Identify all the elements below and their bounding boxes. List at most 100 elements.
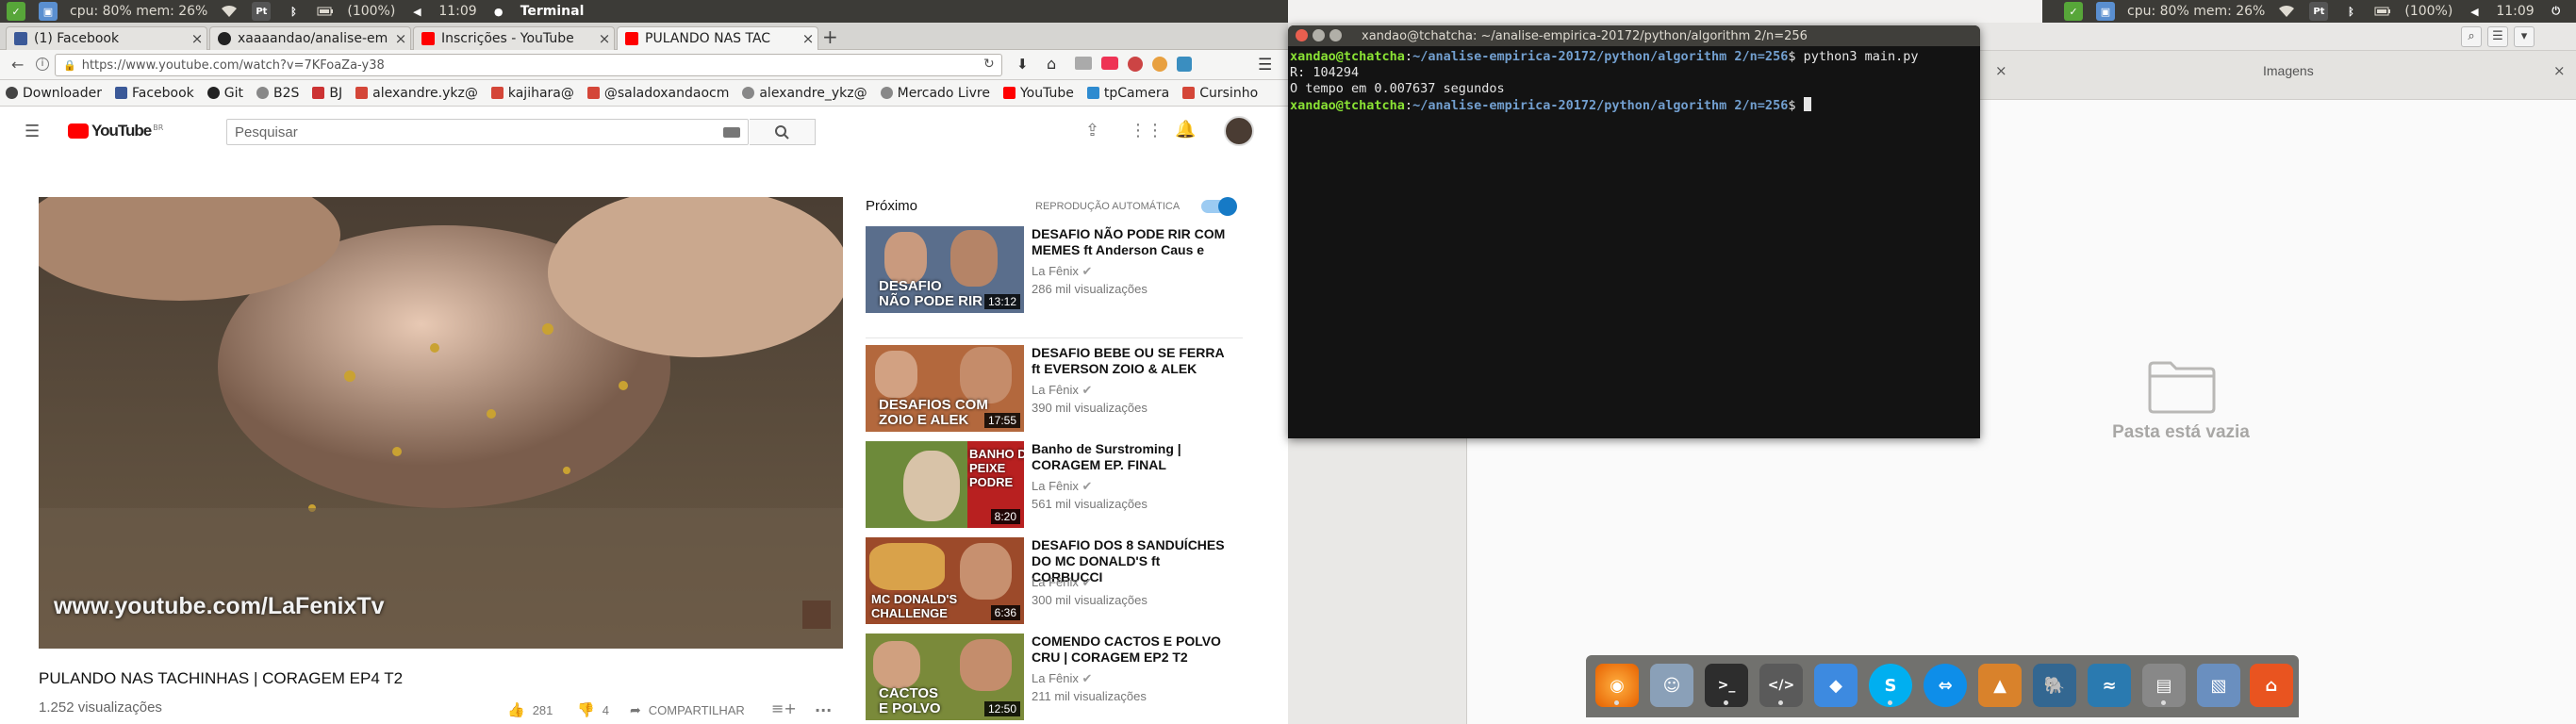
info-icon[interactable]: i bbox=[36, 58, 49, 71]
firefox-icon[interactable]: ◉ bbox=[1595, 664, 1639, 707]
minimize-window-button[interactable] bbox=[1313, 29, 1325, 41]
like-button[interactable]: 👍 281 bbox=[507, 701, 553, 718]
terminal-output[interactable]: xandao@tchatcha:~/analise-empirica-20172… bbox=[1288, 46, 1980, 117]
recommendation-card[interactable]: DESAFIOS COM ZOIO E ALEK 17:55 DESAFIO B… bbox=[866, 345, 1243, 432]
keyboard-layout-icon[interactable]: Pt bbox=[2309, 2, 2329, 21]
bookmark-cursinho[interactable]: Cursinho bbox=[1182, 86, 1258, 101]
screenshot-icon[interactable] bbox=[1075, 57, 1092, 70]
channel-name[interactable]: La Fênix ✔ bbox=[1032, 264, 1092, 279]
channel-name[interactable]: La Fênix ✔ bbox=[1032, 671, 1092, 686]
channel-name[interactable]: La Fênix ✔ bbox=[1032, 383, 1092, 398]
tab-youtube-video[interactable]: PULANDO NAS TAC × bbox=[617, 26, 818, 50]
power-icon[interactable]: ⏻ bbox=[2547, 2, 2566, 21]
battery-icon[interactable] bbox=[316, 2, 335, 21]
extension-icon[interactable] bbox=[1177, 57, 1192, 72]
video-thumbnail[interactable]: CACTOS E POLVO 12:50 bbox=[866, 634, 1024, 720]
battery-icon[interactable] bbox=[2373, 2, 2392, 21]
bookmark-youtube[interactable]: YouTube bbox=[1002, 86, 1074, 101]
channel-name[interactable]: La Fênix ✔ bbox=[1032, 575, 1092, 590]
channel-name[interactable]: La Fênix ✔ bbox=[1032, 479, 1092, 494]
files-icon[interactable]: ☺ bbox=[1650, 664, 1693, 707]
bookmark-bj[interactable]: BJ bbox=[312, 86, 342, 101]
search-input[interactable]: Pesquisar bbox=[226, 119, 749, 145]
bluetooth-icon[interactable]: ᛒ bbox=[2341, 2, 2360, 21]
bookmark-facebook[interactable]: Facebook bbox=[114, 86, 194, 101]
back-button[interactable]: ← bbox=[11, 56, 24, 74]
postgres-icon[interactable]: 🐘 bbox=[2033, 664, 2076, 707]
ubuntu-software-icon[interactable]: ⌂ bbox=[2250, 664, 2293, 707]
battery-percent[interactable]: (100%) bbox=[347, 4, 395, 19]
wifi-icon[interactable] bbox=[220, 2, 239, 21]
video-thumbnail[interactable]: MC DONALD'S CHALLENGE 6:36 bbox=[866, 537, 1024, 624]
bookmark-tpcamera[interactable]: tpCamera bbox=[1086, 86, 1169, 101]
bookmark-kajihara[interactable]: kajihara@ bbox=[490, 86, 574, 101]
notifications-bell-icon[interactable]: 🔔 bbox=[1175, 120, 1196, 140]
video-thumbnail[interactable]: DESAFIO NÃO PODE RIR 13:12 bbox=[866, 226, 1024, 313]
more-actions-button[interactable]: ... bbox=[815, 698, 832, 716]
menu-icon[interactable]: ▾ bbox=[2514, 26, 2535, 47]
autoplay-toggle[interactable] bbox=[1201, 197, 1237, 216]
search-icon[interactable]: ⌕ bbox=[2461, 26, 2482, 47]
battery-percent[interactable]: (100%) bbox=[2404, 4, 2452, 19]
cpu-mem-indicator[interactable]: cpu: 80% mem: 26% bbox=[2127, 4, 2265, 19]
clock[interactable]: 11:09 bbox=[2496, 4, 2534, 19]
reload-button[interactable]: ↻ bbox=[983, 57, 995, 72]
update-icon[interactable]: ✓ bbox=[2064, 2, 2083, 21]
close-icon[interactable]: × bbox=[2553, 62, 2566, 79]
close-window-button[interactable] bbox=[1296, 29, 1308, 41]
download-icon[interactable]: ⬇ bbox=[1016, 56, 1029, 73]
apple-menu-icon[interactable]: ● bbox=[489, 2, 508, 21]
close-icon[interactable]: × bbox=[391, 30, 410, 47]
avatar[interactable] bbox=[1224, 116, 1254, 146]
bookmark-mercado-livre[interactable]: Mercado Livre bbox=[880, 86, 990, 101]
new-tab-button[interactable]: + bbox=[822, 25, 838, 48]
system-monitor-icon[interactable]: ▣ bbox=[39, 2, 58, 21]
bookmark-saladoxandaocm[interactable]: @saladoxandaocm bbox=[586, 86, 729, 101]
maximize-window-button[interactable] bbox=[1329, 29, 1342, 41]
recommendation-title[interactable]: DESAFIO NÃO PODE RIR COM MEMES ft Anders… bbox=[1032, 226, 1234, 258]
recommendation-card[interactable]: DESAFIO NÃO PODE RIR 13:12 DESAFIO NÃO P… bbox=[866, 226, 1243, 313]
skype-icon[interactable]: S bbox=[1869, 664, 1912, 707]
dropbox-icon[interactable]: ◆ bbox=[1814, 664, 1858, 707]
terminal-titlebar[interactable]: xandao@tchatcha: ~/analise-empirica-2017… bbox=[1288, 25, 1980, 46]
tab-youtube-subscriptions[interactable]: Inscrições - YouTube × bbox=[413, 26, 615, 50]
recommendation-card[interactable]: MC DONALD'S CHALLENGE 6:36 DESAFIO DOS 8… bbox=[866, 537, 1243, 624]
recommendation-title[interactable]: DESAFIO BEBE OU SE FERRA ft EVERSON ZOIO… bbox=[1032, 345, 1234, 377]
volume-icon[interactable]: ◀ bbox=[407, 2, 426, 21]
youtube-logo[interactable]: YouTube BR bbox=[68, 122, 163, 140]
volume-icon[interactable]: ◀ bbox=[2465, 2, 2484, 21]
url-bar[interactable]: 🔒 https://www.youtube.com/watch?v=7KFoaZ… bbox=[55, 54, 1002, 76]
cpu-mem-indicator[interactable]: cpu: 80% mem: 26% bbox=[70, 4, 207, 19]
tab-imagens[interactable]: Imagens bbox=[2263, 63, 2314, 78]
tab-github[interactable]: xaaaandao/analise-em × bbox=[209, 26, 411, 50]
hamburger-menu-icon[interactable]: ☰ bbox=[25, 122, 40, 141]
bookmark-alexandre-ykz-2[interactable]: alexandre_ykz@ bbox=[742, 86, 867, 101]
apps-grid-icon[interactable]: ⋮⋮ bbox=[1130, 121, 1164, 140]
menu-icon[interactable]: ☰ bbox=[1258, 56, 1272, 74]
extension-icon[interactable] bbox=[1128, 57, 1143, 72]
video-player[interactable]: www.youtube.com/LaFenixTv bbox=[39, 197, 843, 649]
home-icon[interactable]: ⌂ bbox=[1047, 55, 1056, 73]
teamviewer-icon[interactable]: ⇔ bbox=[1924, 664, 1967, 707]
bookmark-alexandre-ykz[interactable]: alexandre.ykz@ bbox=[355, 86, 478, 101]
add-to-playlist-icon[interactable]: ≡+ bbox=[771, 699, 797, 717]
wifi-icon[interactable] bbox=[2277, 2, 2296, 21]
extension-icon[interactable] bbox=[1152, 57, 1167, 72]
list-view-icon[interactable]: ☰ bbox=[2487, 26, 2508, 47]
keyboard-icon[interactable] bbox=[723, 127, 740, 138]
editor-icon[interactable]: </> bbox=[1759, 664, 1803, 707]
network-icon[interactable]: ▤ bbox=[2142, 664, 2186, 707]
pocket-icon[interactable] bbox=[1101, 57, 1118, 70]
close-icon[interactable]: × bbox=[1995, 62, 2007, 79]
video-thumbnail[interactable]: DESAFIOS COM ZOIO E ALEK 17:55 bbox=[866, 345, 1024, 432]
share-button[interactable]: ➦ COMPARTILHAR bbox=[630, 702, 745, 718]
close-icon[interactable]: × bbox=[188, 30, 206, 47]
clock[interactable]: 11:09 bbox=[438, 4, 476, 19]
close-icon[interactable]: × bbox=[799, 30, 817, 47]
update-icon[interactable]: ✓ bbox=[7, 2, 25, 21]
terminal-window[interactable]: xandao@tchatcha: ~/analise-empirica-2017… bbox=[1288, 25, 1980, 438]
upload-icon[interactable]: ⇪ bbox=[1085, 121, 1099, 140]
system-monitor-icon[interactable]: ▣ bbox=[2096, 2, 2115, 21]
recommendation-card[interactable]: BANHO DE PEIXE PODRE 8:20 Banho de Surst… bbox=[866, 441, 1243, 528]
search-button[interactable] bbox=[750, 119, 816, 145]
